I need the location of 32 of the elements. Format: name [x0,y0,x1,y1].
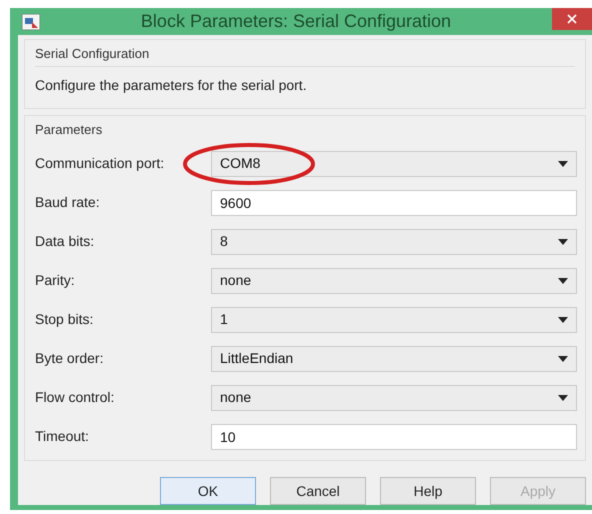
parameter-label: Timeout: [35,427,90,446]
dropdown[interactable]: none [211,384,577,410]
close-button[interactable] [552,8,592,30]
dropdown[interactable]: LittleEndian [211,346,577,372]
caret-icon [558,316,568,322]
dialog-button[interactable]: Help [380,477,476,505]
parameter-label: Stop bits: [35,310,94,329]
caret-icon [558,160,568,166]
caret-icon [558,238,568,244]
window-title: Block Parameters: Serial Configuration [140,10,452,33]
input-field[interactable]: 9600 [211,190,577,216]
parameter-label: Baud rate: [35,193,101,212]
close-icon [567,14,577,24]
app-icon [22,14,40,30]
dropdown[interactable]: none [211,268,577,294]
input-field[interactable]: 10 [211,424,577,450]
block-name: Serial Configuration [35,45,150,63]
parameter-label: Flow control: [35,388,116,407]
dropdown[interactable]: 8 [211,228,577,254]
parameter-label: Parity: [35,271,76,290]
caret-icon [558,356,568,362]
caret-icon [558,278,568,284]
parameter-label: Byte order: [35,349,104,368]
caret-icon [558,394,568,400]
dialog-button[interactable]: OK [160,477,256,505]
parameter-label: Data bits: [35,232,96,251]
group-title: Parameters [35,121,104,139]
block-description: Configure the parameters for the serial port. [35,76,308,95]
dropdown[interactable]: COM8 [211,150,577,176]
parameter-label: Communication port: [35,154,166,173]
dropdown[interactable]: 1 [211,306,577,332]
dialog-button[interactable]: Cancel [270,477,366,505]
